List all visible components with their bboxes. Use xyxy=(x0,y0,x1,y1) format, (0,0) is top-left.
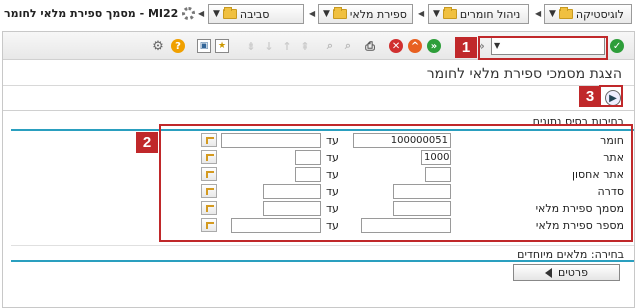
inventory-number-to-input[interactable] xyxy=(231,218,321,233)
enter-icon[interactable]: ✓ xyxy=(610,39,624,53)
last-page-icon: ⇟ xyxy=(246,39,256,53)
inventory-document-from-input[interactable] xyxy=(393,201,451,216)
title-divider xyxy=(3,85,634,86)
cancel-icon[interactable]: ✕ xyxy=(389,39,403,53)
triangle-left-icon xyxy=(545,267,553,278)
crumb-materials-management[interactable]: ▼ ניהול חומרים xyxy=(428,4,529,24)
plant-to-input[interactable] xyxy=(295,150,321,165)
multiple-selection-icon[interactable] xyxy=(201,218,217,232)
folder-icon xyxy=(332,7,347,19)
callout-1: 1 xyxy=(455,37,477,58)
print-icon[interactable]: ⎙ xyxy=(363,39,377,53)
new-session-icon[interactable]: ★ xyxy=(215,39,229,53)
gear-icon[interactable] xyxy=(182,7,196,20)
crumb-label: ספירת מלאי xyxy=(349,7,407,21)
callout-3: 3 xyxy=(579,86,601,107)
current-transaction: MI22 - מסמך ספירת מלאי לחומר xyxy=(4,7,196,20)
multiple-selection-icon[interactable] xyxy=(201,167,217,181)
help-icon[interactable]: ? xyxy=(171,39,185,53)
material-from-input[interactable]: 100000051 xyxy=(353,133,451,148)
group-accent-line xyxy=(11,260,634,262)
label-batch: סדרה xyxy=(597,185,624,198)
folder-icon xyxy=(222,7,237,19)
batch-from-input[interactable] xyxy=(393,184,451,199)
multiple-selection-icon[interactable] xyxy=(201,201,217,215)
chevron-down-icon: ▼ xyxy=(213,9,220,19)
plant-from-input[interactable]: 1000 xyxy=(421,150,451,165)
to-label: עד xyxy=(326,219,339,232)
inventory-document-to-input[interactable] xyxy=(263,201,321,216)
inventory-number-from-input[interactable] xyxy=(361,218,451,233)
next-page-icon: ↓ xyxy=(264,39,274,53)
crumb-environment[interactable]: ▼ סביבה xyxy=(208,4,304,24)
batch-to-input[interactable] xyxy=(263,184,321,199)
exit-icon[interactable]: ^ xyxy=(408,39,422,53)
settings-gear-icon[interactable]: ⚙ xyxy=(151,39,165,54)
crumb-label: לוגיסטיקה xyxy=(575,7,624,21)
multiple-selection-icon[interactable] xyxy=(201,184,217,198)
subbar-divider xyxy=(3,110,634,111)
transaction-title: MI22 - מסמך ספירת מלאי לחומר xyxy=(4,7,179,20)
callout-2: 2 xyxy=(136,132,158,153)
label-plant: אתר xyxy=(603,151,624,164)
label-inventory-document: מסמך ספירת מלאי xyxy=(535,202,624,215)
chevron-down-icon: ▼ xyxy=(433,9,440,19)
folder-icon xyxy=(558,7,573,19)
to-label: עד xyxy=(326,168,339,181)
details-label: פרטים xyxy=(558,266,588,279)
crumb-logistics[interactable]: ▼ לוגיסטיקה xyxy=(544,4,632,24)
label-inventory-number: מספר ספירת מלאי xyxy=(535,219,624,232)
find-next-icon: ⌕ xyxy=(326,39,334,52)
storage-location-from-input[interactable] xyxy=(425,167,451,182)
storage-location-to-input[interactable] xyxy=(295,167,321,182)
multiple-selection-icon[interactable] xyxy=(201,133,217,147)
callout-box-execute xyxy=(599,85,623,107)
group-divider xyxy=(11,245,634,246)
label-storage-location: אתר אחסון xyxy=(572,168,624,181)
crumb-label: סביבה xyxy=(239,7,270,21)
to-label: עד xyxy=(326,134,339,147)
to-label: עד xyxy=(326,185,339,198)
crumb-inventory[interactable]: ▼ ספירת מלאי xyxy=(318,4,413,24)
main-frame: ✓ ▼ « « ^ ✕ ⎙ ⌕ ⌕ ⇞ ↑ ↓ ⇟ ★ ▣ ? ⚙ הצגת מ… xyxy=(2,31,635,308)
separator-icon: ◀ xyxy=(535,9,542,18)
callout-box-command xyxy=(478,36,608,60)
page-title: הצגת מסמכי ספירת מלאי לחומר xyxy=(426,66,622,82)
separator-icon: ◀ xyxy=(309,9,316,18)
separator-icon: ◀ xyxy=(418,9,425,18)
multiple-selection-icon[interactable] xyxy=(201,150,217,164)
shortcut-icon[interactable]: ▣ xyxy=(197,39,211,53)
previous-page-icon: ↑ xyxy=(282,39,292,53)
to-label: עד xyxy=(326,202,339,215)
chevron-down-icon: ▼ xyxy=(549,9,556,19)
crumb-label: ניהול חומרים xyxy=(459,7,521,21)
to-label: עד xyxy=(326,151,339,164)
first-page-icon: ⇞ xyxy=(300,39,310,53)
separator-icon: ◀ xyxy=(198,9,205,18)
folder-icon xyxy=(442,7,457,19)
label-material: חומר xyxy=(600,134,624,147)
breadcrumb: ▼ לוגיסטיקה ◀ ▼ ניהול חומרים ◀ ▼ ספירת מ… xyxy=(0,0,637,31)
back-icon[interactable]: « xyxy=(427,39,441,53)
find-icon: ⌕ xyxy=(344,39,352,52)
chevron-down-icon: ▼ xyxy=(323,9,330,19)
details-button[interactable]: פרטים xyxy=(513,264,620,281)
material-to-input[interactable] xyxy=(221,133,321,148)
